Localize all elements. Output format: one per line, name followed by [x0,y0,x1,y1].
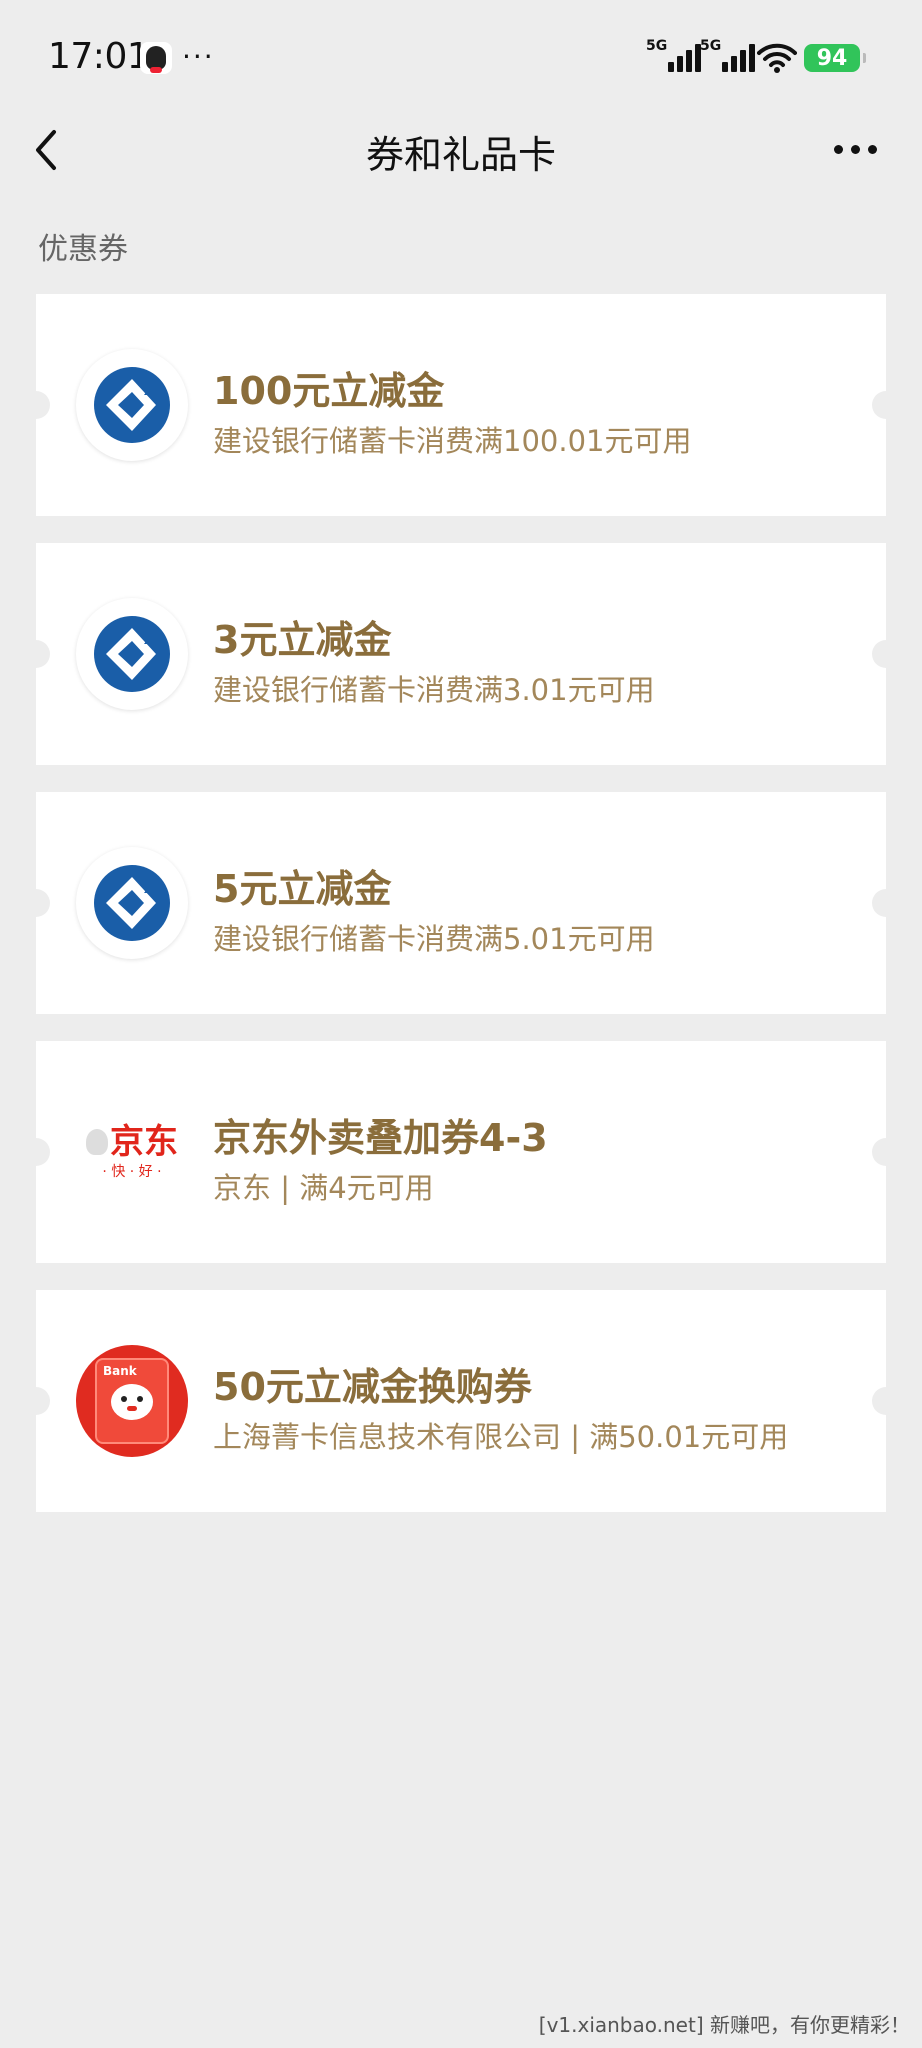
battery-icon: 94 [804,44,866,72]
qq-icon [140,42,172,74]
status-time: 17:01 [48,36,150,77]
coupon-card[interactable]: 5元立减金 建设银行储蓄卡消费满5.01元可用 [22,792,900,1014]
signal-icon-1: 5G [646,38,701,72]
section-title-coupons: 优惠券 [38,232,128,267]
coupon-title: 3元立减金 [213,618,392,662]
coupon-card[interactable]: 3元立减金 建设银行储蓄卡消费满3.01元可用 [22,543,900,765]
coupon-subtitle: 建设银行储蓄卡消费满100.01元可用 [213,424,692,458]
coupon-card[interactable]: 京东 · 快 · 好 · 京东外卖叠加券4-3 京东 | 满4元可用 [22,1041,900,1263]
wifi-icon [757,43,797,73]
battery-level: 94 [816,45,848,71]
status-bar: 17:01 ··· 5G 5G 94 [0,0,922,120]
ccb-logo-icon [76,847,188,959]
coupon-subtitle: 上海菁卡信息技术有限公司 | 满50.01元可用 [213,1420,789,1454]
status-more-dots: ··· [182,40,215,73]
coupon-title: 50元立减金换购券 [213,1365,532,1409]
ccb-logo-icon [76,598,188,710]
signal-1-label: 5G [646,38,668,54]
bank-logo-text: Bank [103,1364,137,1378]
page-title: 券和礼品卡 [365,133,556,177]
more-menu-button[interactable] [834,136,882,162]
jd-logo-text: 京东 [110,1122,178,1162]
coupon-title: 5元立减金 [213,867,392,911]
jd-logo-icon: 京东 · 快 · 好 · [76,1096,188,1208]
coupon-title: 100元立减金 [213,369,445,413]
signal-2-label: 5G [700,38,722,54]
coupon-subtitle: 建设银行储蓄卡消费满3.01元可用 [213,673,655,707]
watermark-text: [v1.xianbao.net] 新赚吧，有你更精彩！ [538,2013,910,2037]
coupon-card[interactable]: 100元立减金 建设银行储蓄卡消费满100.01元可用 [22,294,900,516]
coupon-title: 京东外卖叠加券4-3 [213,1116,548,1160]
coupon-subtitle: 建设银行储蓄卡消费满5.01元可用 [213,922,655,956]
bank-card-logo-icon: Bank [76,1345,188,1457]
coupon-subtitle: 京东 | 满4元可用 [213,1171,434,1205]
nav-bar: 券和礼品卡 [0,110,922,190]
coupon-card[interactable]: Bank 50元立减金换购券 上海菁卡信息技术有限公司 | 满50.01元可用 [22,1290,900,1512]
signal-icon-2: 5G [700,38,755,72]
jd-logo-slogan: · 快 · 好 · [102,1164,162,1180]
ccb-logo-icon [76,349,188,461]
